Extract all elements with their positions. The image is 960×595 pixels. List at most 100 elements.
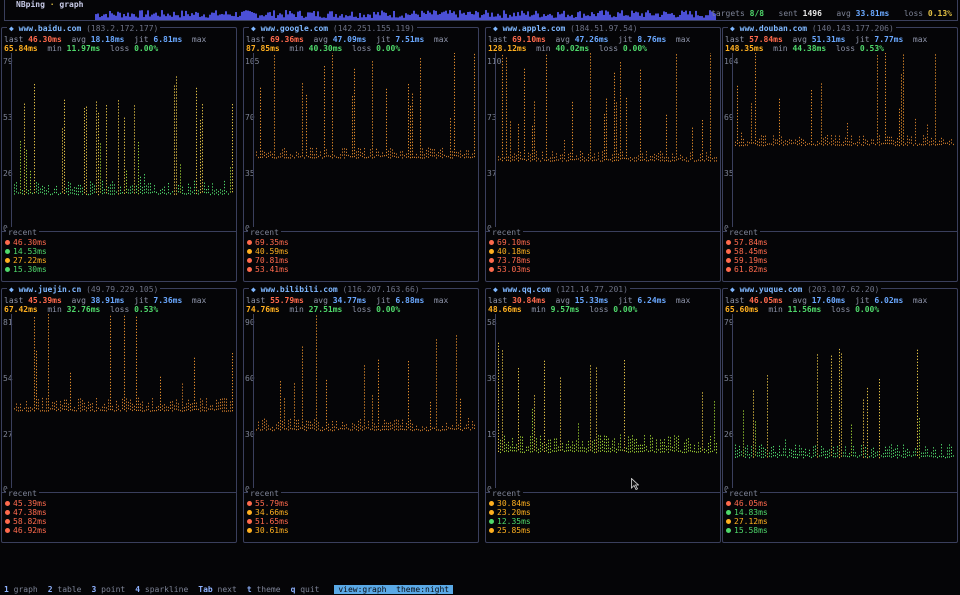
graph-dot: [110, 187, 111, 189]
graph-dot: [106, 144, 107, 146]
graph-dot: [708, 156, 709, 158]
graph-dot: [432, 149, 433, 151]
graph-dot: [831, 141, 832, 143]
graph-dot: [278, 425, 279, 427]
graph-dot: [714, 157, 715, 159]
graph-dot: [428, 156, 429, 158]
graph-dot: [560, 157, 561, 160]
graph-dot: [38, 399, 39, 401]
graph-dot: [676, 102, 677, 104]
diamond-icon: ◆: [493, 285, 498, 294]
graph-dot: [24, 154, 25, 156]
graph-dot: [136, 188, 137, 190]
graph-dot: [450, 121, 451, 123]
max-value: 74.76ms: [246, 305, 280, 314]
graph-dot: [192, 403, 193, 405]
graph-dot: [118, 124, 119, 126]
bullet-icon: [247, 528, 252, 533]
graph-dot: [168, 406, 169, 409]
graph-dot: [342, 148, 343, 150]
graph-dot: [422, 426, 423, 428]
graph-dot: [66, 402, 67, 404]
graph-dot: [454, 136, 455, 138]
graph-dot: [106, 129, 107, 131]
graph-dot: [456, 422, 457, 424]
panel-www-apple-com[interactable]: ◆ www.apple.com (184.51.97.54) last 69.1…: [485, 24, 721, 282]
graph-dot: [324, 78, 325, 80]
graph-dot: [656, 445, 657, 447]
panel-www-google-com[interactable]: ◆ www.google.com (142.251.155.119) last …: [243, 24, 479, 282]
graph-dot: [126, 191, 127, 193]
graph-dot: [404, 155, 405, 157]
graph-dot: [174, 115, 175, 117]
graph-dot: [935, 72, 936, 74]
graph-dot: [556, 153, 557, 155]
graph-dot: [506, 147, 507, 149]
graph-dot: [666, 153, 667, 156]
graph-dot: [302, 373, 303, 375]
graph-dot: [532, 411, 533, 414]
panel-www-bilibili-com[interactable]: ◆ www.bilibili.com (116.207.163.66) last…: [243, 285, 479, 543]
graph-dot: [232, 131, 233, 133]
graph-dot: [294, 419, 295, 421]
graph-dot: [650, 444, 651, 446]
graph-dot: [204, 407, 205, 409]
min-label: min: [289, 305, 304, 314]
graph-dot: [302, 346, 303, 348]
panel-www-juejin-cn[interactable]: ◆ www.juejin.cn (49.79.229.105) last 45.…: [1, 285, 237, 543]
graph-dot: [274, 115, 275, 117]
graph-dot: [416, 428, 417, 430]
graph-dot: [450, 148, 451, 150]
graph-dot: [70, 378, 71, 381]
panel-www-douban-com[interactable]: ◆ www.douban.com (140.143.177.206) last …: [722, 24, 958, 282]
graph-dot: [524, 68, 525, 70]
graph-dot: [606, 104, 607, 106]
graph-dot: [552, 154, 553, 156]
graph-dot: [86, 175, 87, 177]
graph-dot: [46, 193, 47, 195]
graph-dot: [396, 428, 397, 430]
panel-www-qq-com[interactable]: ◆ www.qq.com (121.14.77.201) last 30.84m…: [485, 285, 721, 543]
graph-dot: [232, 125, 233, 127]
graph-dot: [777, 142, 778, 144]
graph-dot: [34, 335, 35, 337]
graph-dot: [903, 135, 904, 137]
graph-dot: [464, 427, 465, 429]
spark-bar: [631, 10, 633, 20]
graph-dot: [70, 393, 71, 396]
graph-dot: [548, 439, 549, 442]
graph-dot: [222, 407, 223, 409]
recent-item: 34.66ms: [247, 508, 289, 517]
graph-dot: [502, 410, 503, 412]
graph-dot: [370, 152, 371, 154]
graph-dot: [903, 123, 904, 125]
graph-dot: [522, 439, 523, 441]
graph-dot: [168, 183, 169, 185]
graph-dot: [508, 441, 509, 444]
graph-dot: [502, 114, 503, 117]
spark-bar: [593, 14, 595, 20]
graph-dot: [176, 100, 177, 102]
last-value: 30.84ms: [512, 296, 546, 305]
recent-item: 14.53ms: [5, 247, 47, 256]
spark-bar: [325, 17, 327, 20]
graph-dot: [78, 184, 79, 187]
graph-dot: [372, 416, 373, 418]
graph-dot: [412, 111, 413, 113]
panel-www-baidu-com[interactable]: ◆ www.baidu.com (183.2.172.177) last 46.…: [1, 24, 237, 282]
graph-dot: [136, 191, 137, 193]
graph-dot: [632, 438, 633, 440]
graph-dot: [564, 140, 565, 142]
graph-dot: [134, 150, 135, 152]
graph-dot: [847, 138, 848, 140]
graph-dot: [454, 109, 455, 111]
graph-dot: [136, 382, 137, 384]
graph-dot: [134, 153, 135, 155]
graph-dot: [506, 96, 507, 98]
graph-dot: [590, 365, 591, 367]
graph-dot: [624, 405, 625, 407]
graph-dot: [150, 189, 151, 191]
graph-dot: [232, 176, 233, 178]
graph-dot: [96, 167, 97, 169]
graph-dot: [710, 109, 711, 111]
